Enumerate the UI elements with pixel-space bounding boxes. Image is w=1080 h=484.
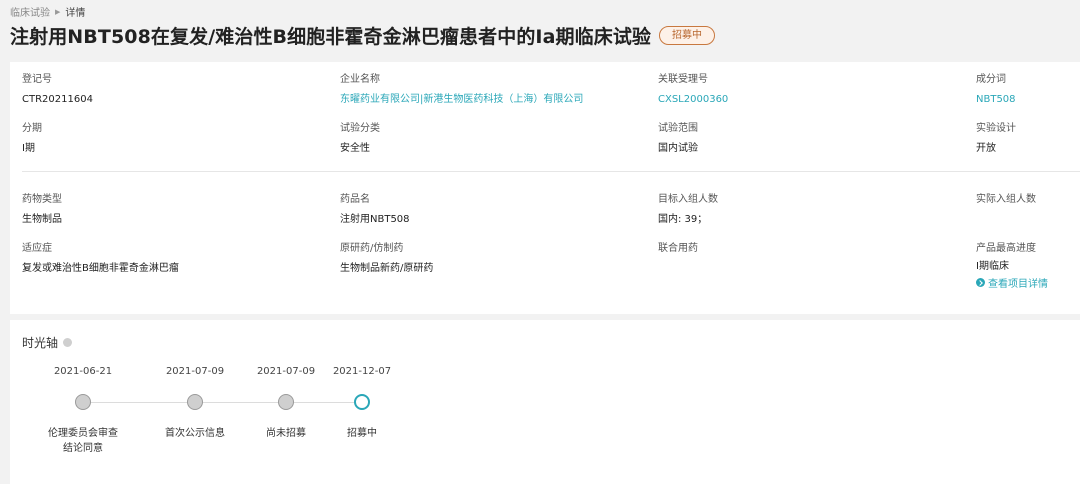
field-company: 企业名称 东曜药业有限公司|新港生物医药科技（上海）有限公司 bbox=[340, 73, 583, 107]
field-drug-type: 药物类型 生物制品 bbox=[22, 193, 62, 227]
breadcrumb-current: 详情 bbox=[65, 8, 86, 19]
field-value: 国内试验 bbox=[658, 143, 698, 154]
field-label: 适应症 bbox=[22, 243, 52, 254]
field-label: 实验设计 bbox=[976, 123, 1016, 134]
field-label: 产品最高进度 bbox=[976, 243, 1036, 254]
breadcrumb: 临床试验 ▶ 详情 bbox=[10, 4, 86, 20]
field-value: 开放 bbox=[976, 143, 996, 154]
field-ingredient: 成分词 NBT508 bbox=[976, 73, 1016, 107]
field-indication: 适应症 复发或难治性B细胞非霍奇金淋巴瘤 bbox=[22, 242, 179, 276]
accept-no-link[interactable]: CXSL2000360 bbox=[658, 93, 728, 107]
field-value: I期 bbox=[22, 143, 35, 154]
timeline-date: 2021-06-21 bbox=[53, 366, 113, 377]
field-original-generic: 原研药/仿制药 生物制品新药/原研药 bbox=[340, 242, 433, 276]
field-label: 成分词 bbox=[976, 74, 1006, 85]
field-label: 目标入组人数 bbox=[658, 194, 718, 205]
field-label: 企业名称 bbox=[340, 74, 380, 85]
field-label: 联合用药 bbox=[658, 243, 698, 254]
timeline-title: 时光轴 bbox=[22, 336, 59, 350]
timeline-node bbox=[187, 394, 203, 410]
section-divider bbox=[22, 171, 1080, 172]
field-value: 国内: 39； bbox=[658, 214, 708, 225]
timeline-card: 时光轴 2021-06-21 伦理委员会审查 结论同意 2021-07-09 首… bbox=[10, 320, 1080, 484]
field-reg-no: 登记号 CTR20211604 bbox=[22, 73, 93, 107]
field-label: 分期 bbox=[22, 123, 42, 134]
field-trial-scope: 试验范围 国内试验 bbox=[658, 122, 698, 156]
field-label: 药品名 bbox=[340, 194, 370, 205]
field-value: I期临床 bbox=[976, 261, 1009, 272]
timeline-node bbox=[278, 394, 294, 410]
timeline-node-current bbox=[354, 394, 370, 410]
timeline-event-label: 首次公示信息 bbox=[165, 428, 225, 439]
field-value: 安全性 bbox=[340, 143, 370, 154]
company-link[interactable]: 东曜药业有限公司|新港生物医药科技（上海）有限公司 bbox=[340, 93, 583, 107]
field-trial-class: 试验分类 安全性 bbox=[340, 122, 380, 156]
breadcrumb-parent-link[interactable]: 临床试验 bbox=[10, 4, 50, 19]
timeline-date: 2021-07-09 bbox=[165, 366, 225, 377]
field-value: 生物制品 bbox=[22, 214, 62, 225]
field-value: 注射用NBT508 bbox=[340, 214, 410, 225]
field-label: 试验分类 bbox=[340, 123, 380, 134]
field-design: 实验设计 开放 bbox=[976, 122, 1016, 156]
field-max-stage: 产品最高进度 I期临床 查看项目详情 bbox=[976, 242, 1048, 290]
field-label: 药物类型 bbox=[22, 194, 62, 205]
timeline-event-label: 招募中 bbox=[347, 428, 377, 439]
field-target-enroll: 目标入组人数 国内: 39； bbox=[658, 193, 718, 227]
view-project-detail-label: 查看项目详情 bbox=[988, 279, 1048, 290]
field-value: 复发或难治性B细胞非霍奇金淋巴瘤 bbox=[22, 263, 179, 274]
arrow-circle-icon bbox=[976, 278, 985, 287]
timeline-date: 2021-12-07 bbox=[332, 366, 392, 377]
field-label: 实际入组人数 bbox=[976, 194, 1036, 205]
status-badge: 招募中 bbox=[659, 26, 716, 45]
field-value: 生物制品新药/原研药 bbox=[340, 263, 434, 274]
field-label: 登记号 bbox=[22, 74, 52, 85]
field-label: 关联受理号 bbox=[658, 74, 708, 85]
field-value: CTR20211604 bbox=[22, 94, 93, 105]
ingredient-link[interactable]: NBT508 bbox=[976, 93, 1016, 107]
field-accept-no: 关联受理号 CXSL2000360 bbox=[658, 73, 728, 107]
timeline-line bbox=[83, 402, 363, 403]
timeline-node bbox=[75, 394, 91, 410]
field-combo: 联合用药 bbox=[658, 242, 698, 262]
field-label: 试验范围 bbox=[658, 123, 698, 134]
timeline-header: 时光轴 bbox=[22, 334, 73, 351]
breadcrumb-separator-icon: ▶ bbox=[55, 7, 61, 16]
info-icon[interactable] bbox=[63, 338, 73, 347]
field-label: 原研药/仿制药 bbox=[340, 243, 404, 254]
trial-info-card: 登记号 CTR20211604 企业名称 东曜药业有限公司|新港生物医药科技（上… bbox=[10, 62, 1080, 314]
timeline-event-label: 伦理委员会审查 结论同意 bbox=[48, 428, 118, 454]
timeline-date: 2021-07-09 bbox=[256, 366, 316, 377]
title-row: 注射用NBT508在复发/难治性B细胞非霍奇金淋巴瘤患者中的Ⅰa期临床试验 招募… bbox=[10, 22, 716, 49]
field-phase: 分期 I期 bbox=[22, 122, 42, 156]
field-drug-name: 药品名 注射用NBT508 bbox=[340, 193, 410, 227]
field-actual-enroll: 实际入组人数 bbox=[976, 193, 1036, 213]
view-project-detail-link[interactable]: 查看项目详情 bbox=[976, 275, 1048, 290]
page-title: 注射用NBT508在复发/难治性B细胞非霍奇金淋巴瘤患者中的Ⅰa期临床试验 bbox=[10, 26, 652, 48]
